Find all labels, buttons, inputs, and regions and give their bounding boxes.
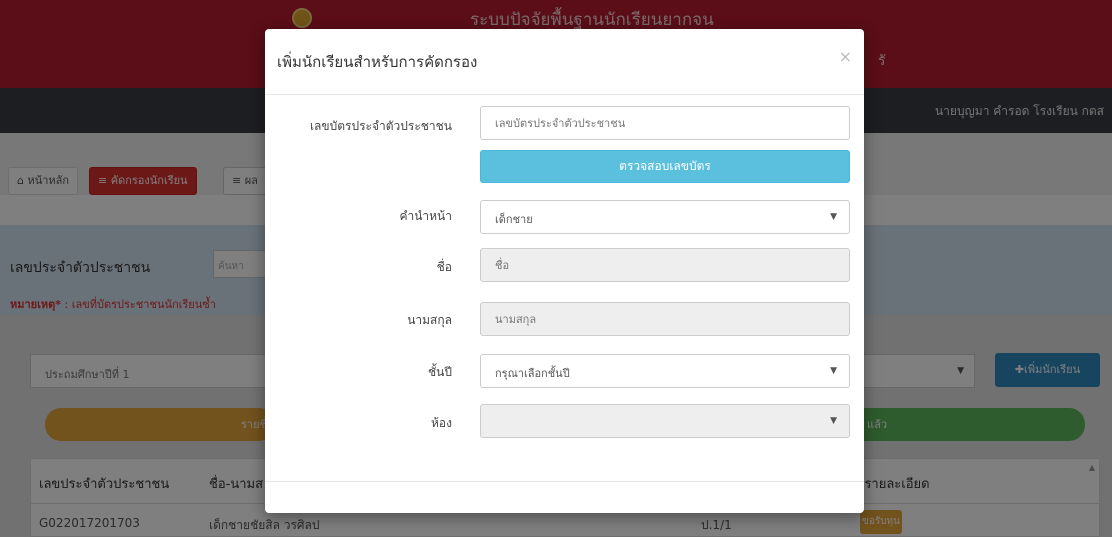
room-label: ห้อง xyxy=(431,416,452,430)
prefix-label: คำนำหน้า xyxy=(399,209,452,223)
add-student-modal: เพิ่มนักเรียนสำหรับการคัดกรอง × เลขบัตรป… xyxy=(265,29,864,513)
chevron-down-icon: ▼ xyxy=(830,212,837,222)
last-name-label: นามสกุล xyxy=(407,313,452,327)
id-card-input[interactable] xyxy=(480,106,850,140)
verify-id-button[interactable]: ตรวจสอบเลขบัตร xyxy=(480,150,850,183)
modal-header: เพิ่มนักเรียนสำหรับการคัดกรอง × xyxy=(265,29,864,95)
room-select[interactable]: ▼ xyxy=(480,404,850,438)
modal-title: เพิ่มนักเรียนสำหรับการคัดกรอง xyxy=(277,53,478,71)
close-icon[interactable]: × xyxy=(839,47,852,66)
chevron-down-icon: ▼ xyxy=(830,416,837,426)
modal-footer-divider xyxy=(265,481,864,482)
id-card-label: เลขบัตรประจำตัวประชาชน xyxy=(309,119,452,133)
grade-label: ชั้นปี xyxy=(428,365,452,379)
grade-value: กรุณาเลือกชั้นปี xyxy=(495,367,570,380)
first-name-field[interactable] xyxy=(480,248,850,282)
chevron-down-icon: ▼ xyxy=(830,366,837,376)
prefix-select[interactable]: เด็กชาย ▼ xyxy=(480,200,850,234)
first-name-label: ชื่อ xyxy=(436,260,452,274)
last-name-field[interactable] xyxy=(480,302,850,336)
grade-select[interactable]: กรุณาเลือกชั้นปี ▼ xyxy=(480,354,850,388)
prefix-value: เด็กชาย xyxy=(495,213,533,226)
